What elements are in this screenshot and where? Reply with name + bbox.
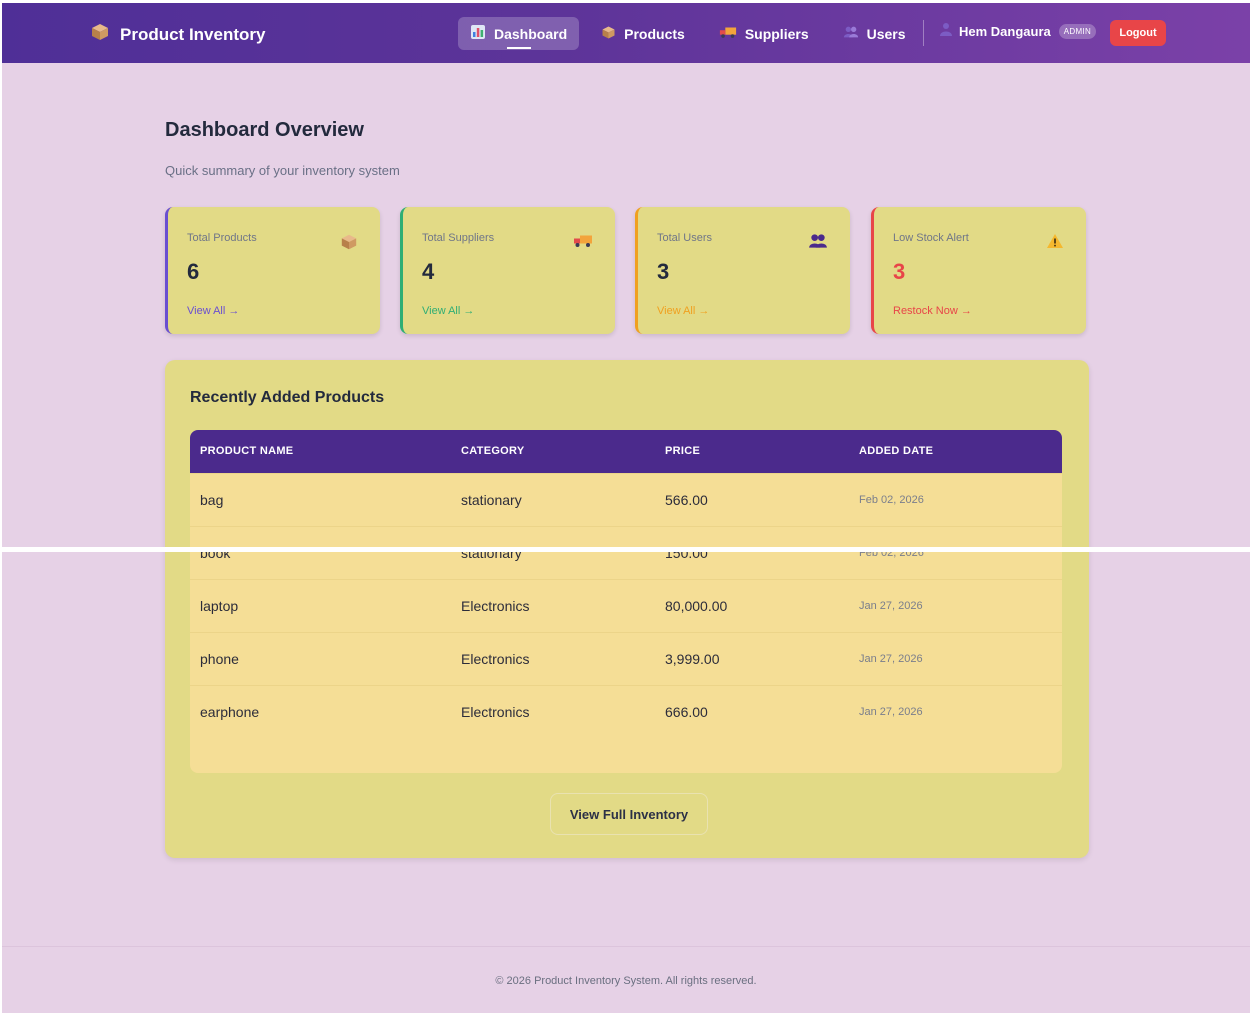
- table-row: laptop Electronics 80,000.00 Jan 27, 202…: [190, 578, 1062, 632]
- capture-seam: [2, 547, 1250, 552]
- restock-now-link[interactable]: Restock Now →: [893, 305, 972, 317]
- nav-products[interactable]: Products: [589, 17, 697, 50]
- cell-date: Feb 02, 2026: [849, 472, 1062, 526]
- nav-separator: [923, 20, 924, 46]
- table-row: earphone Electronics 666.00 Jan 27, 2026: [190, 684, 1062, 738]
- stat-label: Low Stock Alert: [893, 232, 969, 244]
- navbar: Product Inventory Dashboard Products Sup…: [2, 3, 1250, 63]
- stat-label: Total Suppliers: [422, 232, 495, 244]
- truck-icon: [719, 25, 737, 42]
- role-badge: ADMIN: [1058, 24, 1097, 39]
- stat-card-products: Total Products 6 View All →: [165, 207, 380, 334]
- recent-products-panel: Recently Added Products PRODUCT NAME CAT…: [165, 360, 1089, 858]
- view-all-users-link[interactable]: View All →: [657, 305, 709, 317]
- cell-date: Jan 27, 2026: [849, 578, 1062, 632]
- cell-date: Jan 27, 2026: [849, 684, 1062, 738]
- stat-label: Total Users: [657, 232, 713, 244]
- box-icon: [601, 25, 616, 43]
- cell-category: stationary: [451, 525, 655, 579]
- cell-name: earphone: [190, 684, 451, 738]
- logout-button[interactable]: Logout: [1110, 20, 1166, 46]
- col-category: CATEGORY: [461, 445, 525, 458]
- stat-card-low-stock: Low Stock Alert 3 Restock Now →: [871, 207, 1086, 334]
- app-frame: Product Inventory Dashboard Products Sup…: [2, 3, 1250, 1013]
- cell-price: 566.00: [655, 472, 849, 526]
- page-subtitle: Quick summary of your inventory system: [165, 163, 400, 178]
- cell-price: 150.00: [655, 525, 849, 579]
- user-info: Hem Dangaura ADMIN: [939, 22, 1097, 41]
- cell-category: Electronics: [451, 684, 655, 738]
- warning-icon: [1046, 233, 1064, 254]
- view-full-inventory-button[interactable]: View Full Inventory: [550, 793, 708, 835]
- stat-card-suppliers: Total Suppliers 4 View All →: [400, 207, 615, 334]
- recent-products-table: PRODUCT NAME CATEGORY PRICE ADDED DATE b…: [190, 430, 1062, 773]
- stat-value: 3: [657, 259, 670, 284]
- truck-icon: [573, 233, 593, 253]
- cell-category: Electronics: [451, 578, 655, 632]
- nav-dashboard-label: Dashboard: [494, 25, 568, 42]
- users-icon: [808, 233, 828, 254]
- user-name: Hem Dangaura: [959, 24, 1051, 39]
- chart-icon: [470, 24, 486, 43]
- cell-date: Feb 02, 2026: [849, 525, 1062, 579]
- cell-price: 3,999.00: [655, 631, 849, 685]
- table-header-row: PRODUCT NAME CATEGORY PRICE ADDED DATE: [190, 430, 1062, 473]
- nav-links: Dashboard Products Suppliers Users: [458, 17, 928, 50]
- box-icon: [340, 233, 358, 256]
- page-title: Dashboard Overview: [165, 119, 364, 141]
- stat-label: Total Products: [187, 232, 257, 244]
- nav-users-label: Users: [866, 25, 906, 42]
- stat-value: 6: [187, 259, 200, 284]
- nav-suppliers[interactable]: Suppliers: [707, 17, 821, 50]
- col-price: PRICE: [665, 445, 701, 458]
- table-row: book stationary 150.00 Feb 02, 2026: [190, 525, 1062, 579]
- brand-name: Product Inventory: [120, 24, 266, 44]
- cell-price: 666.00: [655, 684, 849, 738]
- table-row: bag stationary 566.00 Feb 02, 2026: [190, 472, 1062, 526]
- col-product-name: PRODUCT NAME: [200, 445, 294, 458]
- view-all-products-link[interactable]: View All →: [187, 305, 239, 317]
- cell-name: book: [190, 525, 451, 579]
- cell-category: Electronics: [451, 631, 655, 685]
- view-all-suppliers-link[interactable]: View All →: [422, 305, 474, 317]
- nav-suppliers-label: Suppliers: [744, 25, 809, 42]
- user-icon: [939, 22, 953, 41]
- stat-value: 3: [893, 259, 906, 284]
- cell-name: phone: [190, 631, 451, 685]
- recent-products-title: Recently Added Products: [190, 389, 385, 406]
- brand[interactable]: Product Inventory: [90, 22, 265, 47]
- users-icon: [843, 25, 859, 42]
- cell-category: stationary: [451, 472, 655, 526]
- cell-name: bag: [190, 472, 451, 526]
- table-row: phone Electronics 3,999.00 Jan 27, 2026: [190, 631, 1062, 685]
- col-added-date: ADDED DATE: [859, 445, 934, 458]
- nav-users[interactable]: Users: [831, 17, 918, 50]
- footer-divider: [2, 946, 1250, 947]
- footer-text: © 2026 Product Inventory System. All rig…: [495, 975, 757, 987]
- stat-value: 4: [422, 259, 435, 284]
- box-icon: [90, 22, 110, 47]
- cell-price: 80,000.00: [655, 578, 849, 632]
- stat-card-users: Total Users 3 View All →: [635, 207, 850, 334]
- cell-name: laptop: [190, 578, 451, 632]
- nav-dashboard[interactable]: Dashboard: [458, 17, 580, 50]
- cell-date: Jan 27, 2026: [849, 631, 1062, 685]
- nav-products-label: Products: [624, 25, 685, 42]
